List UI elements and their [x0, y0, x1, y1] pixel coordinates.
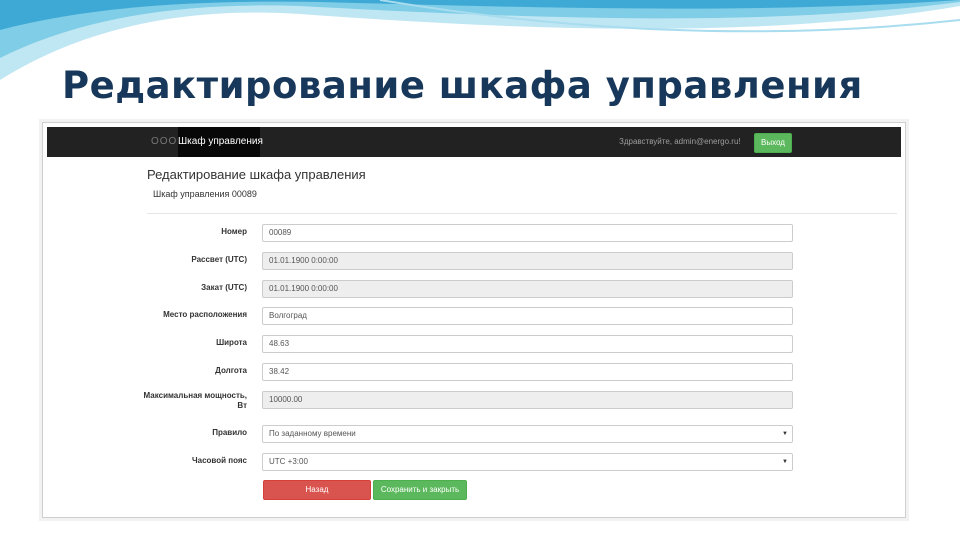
divider: [147, 213, 897, 214]
chevron-down-icon: ▼: [782, 431, 788, 437]
user-greeting[interactable]: Здравствуйте, admin@energo.ru!: [619, 127, 741, 157]
field-label-rule: Правило: [212, 428, 247, 437]
top-navbar: ООО Шкаф управления Здравствуйте, admin@…: [47, 127, 901, 157]
logout-button[interactable]: Выход: [754, 133, 792, 153]
latitude-input[interactable]: 48.63: [262, 335, 793, 353]
nav-item-cabinet[interactable]: Шкаф управления: [178, 127, 263, 157]
rule-select[interactable]: По заданному времени ▼: [262, 425, 793, 443]
location-input[interactable]: Волгоград: [262, 307, 793, 325]
timezone-select-value: UTC +3:00: [269, 457, 308, 466]
field-label-sunrise: Рассвет (UTC): [191, 255, 247, 264]
timezone-select[interactable]: UTC +3:00 ▼: [262, 453, 793, 471]
longitude-input[interactable]: 38.42: [262, 363, 793, 381]
field-label-sunset: Закат (UTC): [201, 283, 247, 292]
save-and-close-button[interactable]: Сохранить и закрыть: [373, 480, 467, 500]
chevron-down-icon: ▼: [782, 459, 788, 465]
rule-select-value: По заданному времени: [269, 429, 356, 438]
app-screenshot: ООО Шкаф управления Здравствуйте, admin@…: [42, 122, 906, 518]
slide-title: Редактирование шкафа управления: [62, 64, 863, 107]
field-label-latitude: Широта: [216, 338, 247, 347]
sunset-input: 01.01.1900 0:00:00: [262, 280, 793, 298]
field-label-location: Место расположения: [163, 310, 247, 319]
brand-logo[interactable]: ООО: [151, 127, 177, 157]
max-power-input: 10000.00: [262, 391, 793, 409]
form-subtitle: Шкаф управления 00089: [153, 189, 257, 199]
back-button[interactable]: Назад: [263, 480, 371, 500]
sunrise-input: 01.01.1900 0:00:00: [262, 252, 793, 270]
number-input[interactable]: 00089: [262, 224, 793, 242]
page-title: Редактирование шкафа управления: [147, 167, 366, 182]
field-label-longitude: Долгота: [215, 366, 247, 375]
field-label-max-power: Максимальная мощность, Вт: [143, 391, 247, 410]
field-label-timezone: Часовой пояс: [192, 456, 247, 465]
field-label-number: Номер: [221, 227, 247, 236]
